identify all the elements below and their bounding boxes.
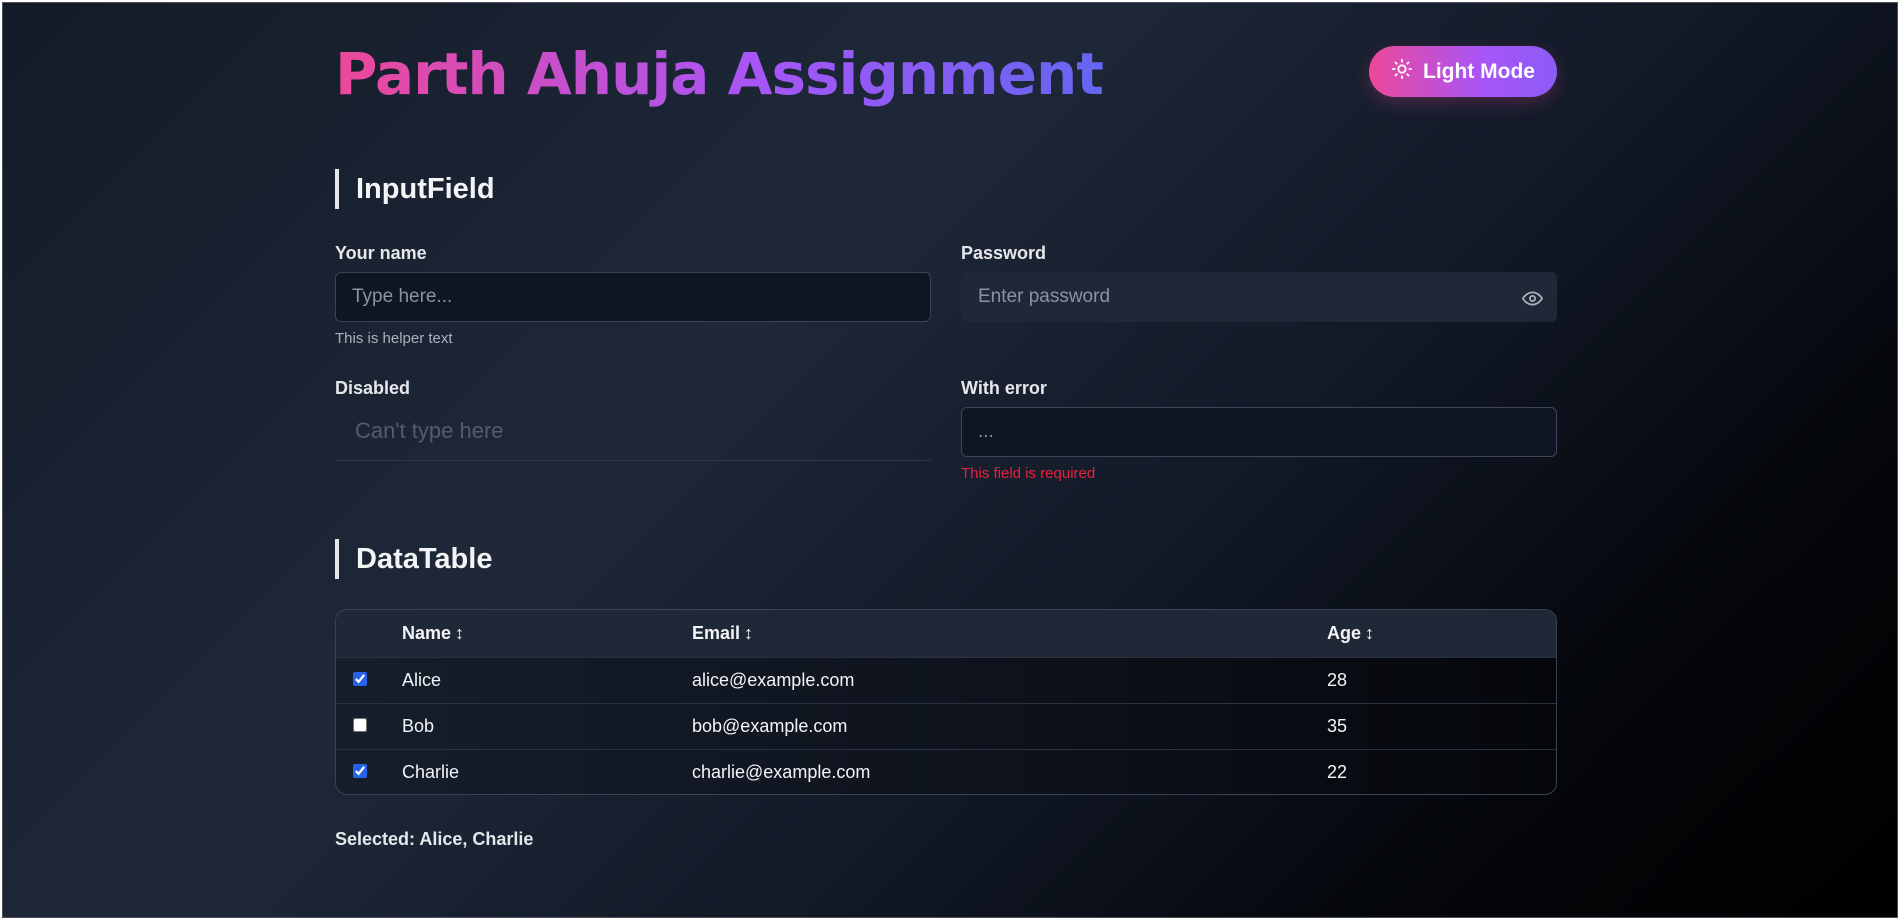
password-field-label: Password: [961, 243, 1047, 263]
table-header-row: Name ↕ Email ↕ Age ↕: [336, 610, 1556, 657]
app-window: Parth Ahuja Assignment Light Mode InputF…: [2, 2, 1898, 918]
cell-email: charlie@example.com: [692, 761, 871, 782]
column-header-name[interactable]: Name ↕: [402, 610, 692, 657]
disabled-input: [335, 401, 931, 460]
cell-age: 35: [1327, 715, 1348, 736]
cell-age: 28: [1327, 669, 1348, 690]
error-input-wrapper: [961, 407, 1557, 457]
cell-name: Alice: [402, 669, 442, 690]
disabled-field: Disabled: [335, 376, 931, 461]
sun-icon: [1391, 58, 1413, 86]
name-input[interactable]: [336, 273, 930, 321]
sort-icon: ↕: [744, 622, 754, 643]
table-row[interactable]: Charlie charlie@example.com 22: [336, 749, 1556, 794]
name-helper-text: This is helper text: [335, 330, 453, 347]
error-field-label: With error: [961, 378, 1047, 398]
sort-icon: ↕: [1365, 622, 1375, 643]
column-header-age-label: Age: [1327, 622, 1362, 643]
sort-icon: ↕: [455, 622, 465, 643]
main-container: Parth Ahuja Assignment Light Mode InputF…: [335, 3, 1557, 917]
column-header-age[interactable]: Age ↕: [1327, 610, 1556, 657]
column-header-email[interactable]: Email ↕: [692, 610, 1327, 657]
selected-rows-summary: Selected: Alice, Charlie: [335, 829, 534, 849]
row-checkbox[interactable]: [353, 671, 367, 686]
password-input-wrapper: [961, 272, 1557, 322]
column-header-email-label: Email: [692, 622, 741, 643]
name-input-wrapper: [335, 272, 931, 322]
select-column-header: [336, 610, 402, 657]
datatable-section-title: DataTable: [335, 539, 492, 579]
password-field: Password: [961, 241, 1557, 322]
table-row[interactable]: Alice alice@example.com 28: [336, 657, 1556, 703]
row-checkbox[interactable]: [353, 717, 367, 732]
data-table: Name ↕ Email ↕ Age ↕ Alice alice@example…: [335, 609, 1557, 795]
error-field: With error This field is required: [961, 376, 1557, 482]
column-header-name-label: Name: [402, 622, 452, 643]
row-checkbox[interactable]: [353, 763, 367, 778]
name-field-label: Your name: [335, 243, 427, 263]
light-mode-toggle-button[interactable]: Light Mode: [1369, 46, 1557, 97]
cell-age: 22: [1327, 761, 1348, 782]
cell-email: bob@example.com: [692, 715, 848, 736]
page-title: Parth Ahuja Assignment: [335, 40, 1104, 108]
password-input[interactable]: [962, 273, 1556, 321]
error-message: This field is required: [961, 465, 1096, 482]
name-field: Your name This is helper text: [335, 241, 931, 347]
table-row[interactable]: Bob bob@example.com 35: [336, 703, 1556, 749]
disabled-field-label: Disabled: [335, 378, 411, 398]
eye-icon[interactable]: [1520, 286, 1544, 310]
cell-name: Charlie: [402, 761, 460, 782]
cell-name: Bob: [402, 715, 435, 736]
error-input[interactable]: [962, 408, 1556, 456]
cell-email: alice@example.com: [692, 669, 855, 690]
inputfield-section-title: InputField: [335, 169, 495, 209]
disabled-input-wrapper: [335, 401, 931, 461]
light-mode-label: Light Mode: [1423, 59, 1535, 83]
